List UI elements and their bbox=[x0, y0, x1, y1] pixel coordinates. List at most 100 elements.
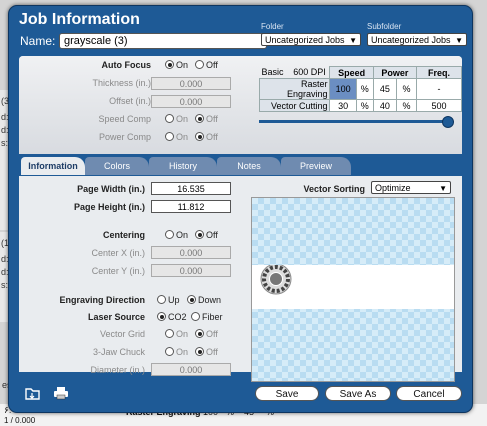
bg-label: s: bbox=[1, 138, 9, 148]
vector-grid-label: Vector Grid bbox=[99, 329, 145, 339]
tab-history[interactable]: History bbox=[149, 157, 217, 175]
freq-cell[interactable]: 500 bbox=[416, 99, 462, 112]
auto-focus-on-radio[interactable]: On bbox=[165, 60, 188, 70]
radio-dot-icon bbox=[157, 295, 166, 304]
save-as-button[interactable]: Save As bbox=[325, 386, 391, 401]
radio-dot-icon bbox=[187, 295, 196, 304]
centering-off-radio[interactable]: Off bbox=[195, 230, 218, 240]
page-height-label: Page Height (in.) bbox=[73, 202, 145, 212]
page-height-field[interactable]: 11.812 bbox=[151, 200, 231, 213]
save-button[interactable]: Save bbox=[255, 386, 319, 401]
radio-label: Off bbox=[206, 329, 218, 339]
speed-cell[interactable]: 30 bbox=[329, 99, 357, 112]
radio-dot-icon bbox=[195, 230, 204, 239]
laser-co2-radio[interactable]: CO2 bbox=[157, 312, 187, 322]
unit-cell: % bbox=[355, 99, 374, 112]
cancel-button[interactable]: Cancel bbox=[396, 386, 462, 401]
chevron-down-icon: ▼ bbox=[349, 36, 357, 45]
settings-panel: Auto Focus On Off Thickness (in.) 0.000 … bbox=[19, 56, 462, 382]
vector-sorting-value: Optimize bbox=[375, 183, 411, 193]
folder-value: Uncategorized Jobs bbox=[265, 35, 345, 45]
printer-icon[interactable] bbox=[53, 386, 69, 400]
jaw-chuck-label: 3-Jaw Chuck bbox=[92, 347, 145, 357]
tab-bar: Information Colors History Notes Preview bbox=[19, 154, 462, 176]
folder-open-icon[interactable] bbox=[25, 386, 41, 400]
folder-label: Folder bbox=[261, 22, 284, 31]
speed-comp-off-radio[interactable]: Off bbox=[195, 114, 218, 124]
radio-dot-icon bbox=[195, 347, 204, 356]
page-width-field[interactable]: 16.535 bbox=[151, 182, 231, 195]
power-comp-off-radio[interactable]: Off bbox=[195, 132, 218, 142]
vector-grid-off-radio[interactable]: Off bbox=[195, 329, 218, 339]
auto-focus-off-radio[interactable]: Off bbox=[195, 60, 218, 70]
direction-down-radio[interactable]: Down bbox=[187, 295, 221, 305]
name-label: Name: bbox=[20, 34, 56, 48]
preview-artwork bbox=[260, 263, 292, 295]
offset-label: Offset (in.) bbox=[109, 96, 151, 106]
folder-select[interactable]: Uncategorized Jobs ▼ bbox=[261, 33, 361, 46]
tab-information[interactable]: Information bbox=[21, 157, 85, 175]
freq-header: Freq. bbox=[416, 66, 462, 79]
grayscale-wheel-icon bbox=[260, 263, 292, 295]
radio-dot-icon bbox=[195, 329, 204, 338]
radio-label: On bbox=[176, 347, 189, 357]
radio-dot-icon bbox=[191, 312, 200, 321]
subfolder-label: Subfolder bbox=[367, 22, 402, 31]
diameter-label: Diameter (in.) bbox=[90, 365, 145, 375]
row-label: Raster Engraving bbox=[258, 78, 331, 100]
center-x-label: Center X (in.) bbox=[91, 248, 145, 258]
radio-label: Fiber bbox=[202, 312, 223, 322]
center-y-field[interactable]: 0.000 bbox=[151, 264, 231, 277]
dpi-label: 600 DPI bbox=[293, 67, 326, 78]
speed-comp-on-radio[interactable]: On bbox=[165, 114, 188, 124]
name-input[interactable]: grayscale (3) bbox=[59, 33, 267, 49]
speed-cell[interactable]: 100 bbox=[329, 78, 357, 100]
unit-cell: % bbox=[395, 78, 418, 100]
radio-label: Off bbox=[206, 60, 218, 70]
preview-page-area bbox=[252, 263, 454, 309]
unit-cell: % bbox=[395, 99, 418, 112]
subfolder-value: Uncategorized Jobs bbox=[371, 35, 451, 45]
tab-preview[interactable]: Preview bbox=[281, 157, 351, 175]
freq-cell[interactable]: - bbox=[416, 78, 462, 100]
radio-label: Off bbox=[206, 132, 218, 142]
radio-label: Off bbox=[206, 347, 218, 357]
radio-dot-icon bbox=[165, 230, 174, 239]
power-comp-on-radio[interactable]: On bbox=[165, 132, 188, 142]
bg-label: s: bbox=[1, 280, 9, 290]
subfolder-select[interactable]: Uncategorized Jobs ▼ bbox=[367, 33, 467, 46]
tab-colors[interactable]: Colors bbox=[85, 157, 149, 175]
radio-dot-icon bbox=[195, 114, 204, 123]
jaw-chuck-off-radio[interactable]: Off bbox=[195, 347, 218, 357]
speed-header: Speed bbox=[329, 66, 374, 79]
power-cell[interactable]: 45 bbox=[372, 78, 397, 100]
vector-grid-on-radio[interactable]: On bbox=[165, 329, 188, 339]
slider-fill bbox=[259, 120, 447, 123]
vector-sorting-select[interactable]: Optimize ▼ bbox=[371, 181, 451, 194]
dialog-title: Job Information bbox=[19, 11, 140, 28]
laser-settings-section: Auto Focus On Off Thickness (in.) 0.000 … bbox=[19, 56, 462, 154]
thickness-field[interactable]: 0.000 bbox=[151, 77, 231, 90]
direction-up-radio[interactable]: Up bbox=[157, 295, 180, 305]
row-label: Vector Cutting bbox=[258, 99, 331, 112]
center-x-field[interactable]: 0.000 bbox=[151, 246, 231, 259]
centering-on-radio[interactable]: On bbox=[165, 230, 188, 240]
vector-sorting-label: Vector Sorting bbox=[303, 184, 365, 194]
center-y-label: Center Y (in.) bbox=[91, 266, 145, 276]
offset-field[interactable]: 0.000 bbox=[151, 95, 231, 108]
power-cell[interactable]: 40 bbox=[372, 99, 397, 112]
radio-dot-icon bbox=[157, 312, 166, 321]
laser-fiber-radio[interactable]: Fiber bbox=[191, 312, 223, 322]
page-width-label: Page Width (in.) bbox=[77, 184, 145, 194]
centering-label: Centering bbox=[102, 230, 145, 240]
slider-handle[interactable] bbox=[442, 116, 454, 128]
tab-notes[interactable]: Notes bbox=[217, 157, 281, 175]
radio-dot-icon bbox=[165, 132, 174, 141]
jaw-chuck-on-radio[interactable]: On bbox=[165, 347, 188, 357]
radio-label: Down bbox=[198, 295, 222, 305]
diameter-field[interactable]: 0.000 bbox=[151, 363, 231, 376]
unit-cell: % bbox=[355, 78, 374, 100]
speed-slider[interactable] bbox=[259, 116, 454, 128]
thickness-label: Thickness (in.) bbox=[92, 78, 151, 88]
table-row: Vector Cutting 30 % 40 % 500 bbox=[258, 99, 462, 112]
